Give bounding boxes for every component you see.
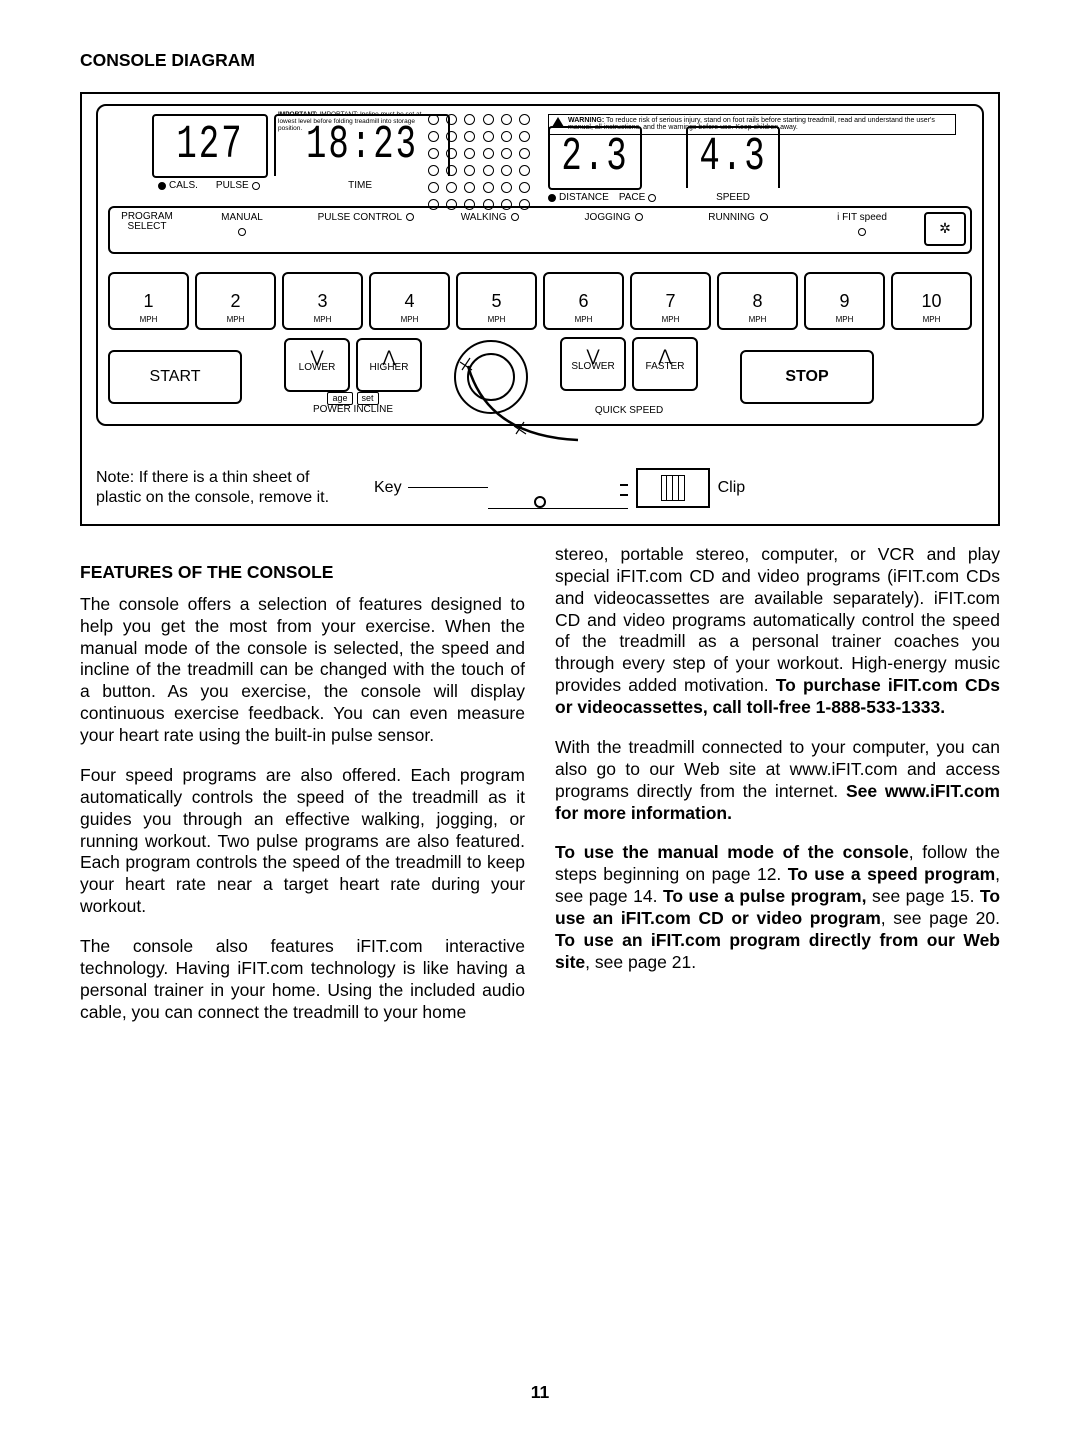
paragraph: The console also features iFIT.com inter…	[80, 936, 525, 1024]
speed-10-button[interactable]: 10MPH	[891, 272, 972, 330]
lcd-speed-value: 4.3	[699, 128, 766, 188]
label-pulse: PULSE	[216, 180, 249, 193]
paragraph: Four speed programs are also offered. Ea…	[80, 765, 525, 918]
incline-lower-button[interactable]: ⋁ LOWER	[284, 338, 350, 392]
mode-walking[interactable]: WALKING	[428, 212, 552, 225]
chevron-down-icon: ⋁	[310, 354, 323, 362]
start-button[interactable]: START	[108, 350, 242, 404]
speed-7-button[interactable]: 7MPH	[630, 272, 711, 330]
label-cals: CALS.	[169, 180, 198, 193]
label-key: Key	[374, 478, 402, 498]
console-note: Note: If there is a thin sheet of plasti…	[96, 468, 356, 508]
chevron-up-icon: ⋀	[382, 354, 395, 362]
speed-6-button[interactable]: 6MPH	[543, 272, 624, 330]
stop-button[interactable]: STOP	[740, 350, 874, 404]
age-button[interactable]: age	[327, 392, 352, 405]
paragraph: stereo, portable stereo, computer, or VC…	[555, 544, 1000, 719]
paragraph: The console offers a selection of featur…	[80, 594, 525, 747]
speed-4-button[interactable]: 4MPH	[369, 272, 450, 330]
speed-9-button[interactable]: 9MPH	[804, 272, 885, 330]
lcd-distance: 2.3	[548, 126, 642, 190]
led-matrix	[428, 114, 530, 216]
mode-running[interactable]: RUNNING	[676, 212, 800, 225]
lcd-speed: 4.3	[686, 126, 780, 188]
fan-button[interactable]: ✲	[924, 212, 966, 246]
label-quick-speed: QUICK SPEED	[560, 405, 698, 418]
lcd-cals-value: 127	[176, 116, 243, 176]
speed-5-button[interactable]: 5MPH	[456, 272, 537, 330]
console-diagram: 127 18:23 CALS. PULSE TIME IMPORTANT: IM…	[80, 92, 1000, 526]
speed-slower-button[interactable]: ⋁ SLOWER	[560, 337, 626, 391]
page-number: 11	[80, 1382, 1000, 1404]
important-note: IMPORTANT: IMPORTANT: Incline must be se…	[278, 112, 428, 132]
control-row: START ⋁ LOWER ⋀ HIGHER age set	[108, 346, 972, 408]
speed-2-button[interactable]: 2MPH	[195, 272, 276, 330]
set-button[interactable]: set	[357, 392, 379, 405]
speed-faster-button[interactable]: ⋀ FASTER	[632, 337, 698, 391]
paragraph: With the treadmill connected to your com…	[555, 737, 1000, 825]
speed-1-button[interactable]: 1MPH	[108, 272, 189, 330]
lcd-cals: 127	[152, 114, 268, 178]
label-distance: DISTANCE	[559, 192, 609, 205]
mode-pulse-control[interactable]: PULSE CONTROL	[304, 212, 428, 225]
speed-preset-row: 1MPH 2MPH 3MPH 4MPH 5MPH 6MPH 7MPH 8MPH …	[108, 272, 972, 330]
mode-ifit-speed[interactable]: i FIT speed	[800, 212, 924, 241]
label-speed: SPEED	[716, 192, 750, 205]
label-pace: PACE	[619, 192, 646, 205]
speed-3-button[interactable]: 3MPH	[282, 272, 363, 330]
clip-icon	[636, 468, 710, 508]
mode-jogging[interactable]: JOGGING	[552, 212, 676, 225]
paragraph: To use the manual mode of the console, f…	[555, 842, 1000, 973]
lcd-distance-value: 2.3	[561, 128, 628, 188]
chevron-down-icon: ⋁	[586, 353, 599, 361]
heading-features: FEATURES OF THE CONSOLE	[80, 562, 525, 584]
fan-icon: ✲	[939, 220, 951, 238]
body-columns: FEATURES OF THE CONSOLE The console offe…	[80, 544, 1000, 1042]
console-panel: 127 18:23 CALS. PULSE TIME IMPORTANT: IM…	[96, 104, 984, 426]
heading-console-diagram: CONSOLE DIAGRAM	[80, 50, 1000, 72]
chevron-up-icon: ⋀	[658, 353, 671, 361]
mode-row: PROGRAMSELECT MANUAL PULSE CONTROL WALKI…	[108, 206, 972, 254]
speed-8-button[interactable]: 8MPH	[717, 272, 798, 330]
incline-higher-button[interactable]: ⋀ HIGHER	[356, 338, 422, 392]
label-clip: Clip	[718, 478, 746, 498]
safety-key-slot[interactable]	[454, 340, 528, 414]
program-select-label: PROGRAMSELECT	[114, 212, 180, 232]
label-time: TIME	[348, 180, 372, 193]
mode-manual[interactable]: MANUAL	[180, 212, 304, 241]
label-power-incline: POWER INCLINE	[284, 404, 422, 417]
